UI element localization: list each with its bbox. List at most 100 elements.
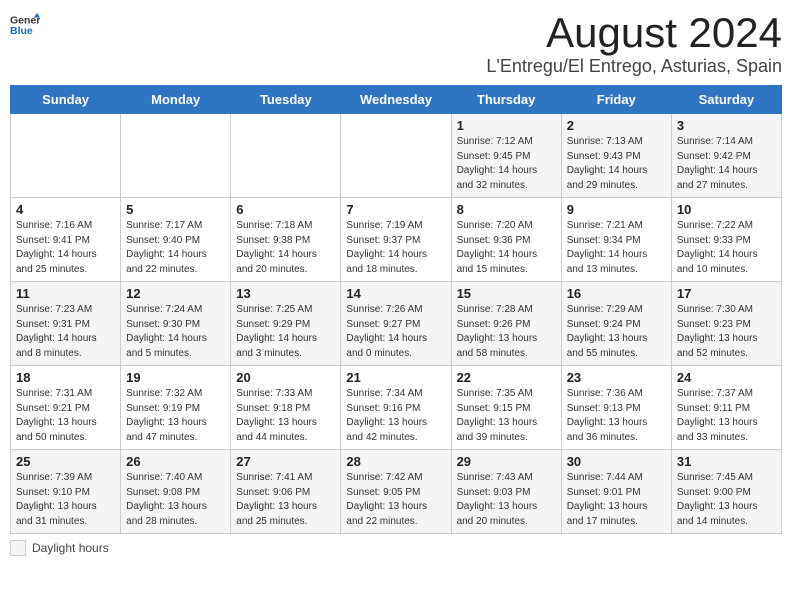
month-year-title: August 2024 — [486, 10, 782, 56]
calendar-cell: 26 Sunrise: 7:40 AM Sunset: 9:08 PM Dayli… — [121, 450, 231, 534]
day-info: Sunrise: 7:20 AM Sunset: 9:36 PM Dayligh… — [457, 219, 556, 277]
day-number: 19 — [126, 370, 225, 385]
legend-label: Daylight hours — [32, 541, 109, 555]
day-info: Sunrise: 7:31 AM Sunset: 9:21 PM Dayligh… — [16, 387, 115, 445]
logo-icon: General Blue — [10, 10, 40, 40]
calendar-cell: 14 Sunrise: 7:26 AM Sunset: 9:27 PM Dayli… — [341, 282, 451, 366]
day-number: 6 — [236, 202, 335, 217]
day-info: Sunrise: 7:17 AM Sunset: 9:40 PM Dayligh… — [126, 219, 225, 277]
calendar-cell: 10Sunrise: 7:22 AM Sunset: 9:33 PM Dayli… — [671, 198, 781, 282]
calendar-week-row: 25Sunrise: 7:39 AM Sunset: 9:10 PM Dayli… — [11, 450, 782, 534]
weekday-header-friday: Friday — [561, 86, 671, 114]
day-info: Sunrise: 7:43 AM Sunset: 9:03 PM Dayligh… — [457, 471, 556, 529]
calendar-week-row: 1 Sunrise: 7:12 AM Sunset: 9:45 PM Daylig… — [11, 114, 782, 198]
calendar-cell: 19 Sunrise: 7:32 AM Sunset: 9:19 PM Dayli… — [121, 366, 231, 450]
calendar-cell: 23 Sunrise: 7:36 AM Sunset: 9:13 PM Dayli… — [561, 366, 671, 450]
day-number: 26 — [126, 454, 225, 469]
day-info: Sunrise: 7:45 AM Sunset: 9:00 PM Dayligh… — [677, 471, 776, 529]
day-number: 18 — [16, 370, 115, 385]
calendar-cell: 12 Sunrise: 7:24 AM Sunset: 9:30 PM Dayli… — [121, 282, 231, 366]
day-number: 27 — [236, 454, 335, 469]
calendar-cell: 4 Sunrise: 7:16 AM Sunset: 9:41 PM Daylig… — [11, 198, 121, 282]
calendar-cell: 2Sunrise: 7:13 AM Sunset: 9:43 PM Daylig… — [561, 114, 671, 198]
logo: General Blue — [10, 10, 40, 40]
day-number: 11 — [16, 286, 115, 301]
calendar-cell: 13 Sunrise: 7:25 AM Sunset: 9:29 PM Dayli… — [231, 282, 341, 366]
calendar-cell — [11, 114, 121, 198]
day-info: Sunrise: 7:14 AM Sunset: 9:42 PM Dayligh… — [677, 135, 776, 193]
calendar-week-row: 11Sunrise: 7:23 AM Sunset: 9:31 PM Dayli… — [11, 282, 782, 366]
calendar-cell: 29 Sunrise: 7:43 AM Sunset: 9:03 PM Dayli… — [451, 450, 561, 534]
day-info: Sunrise: 7:32 AM Sunset: 9:19 PM Dayligh… — [126, 387, 225, 445]
day-number: 4 — [16, 202, 115, 217]
day-number: 28 — [346, 454, 445, 469]
calendar-cell: 9Sunrise: 7:21 AM Sunset: 9:34 PM Daylig… — [561, 198, 671, 282]
day-info: Sunrise: 7:24 AM Sunset: 9:30 PM Dayligh… — [126, 303, 225, 361]
day-info: Sunrise: 7:33 AM Sunset: 9:18 PM Dayligh… — [236, 387, 335, 445]
day-info: Sunrise: 7:22 AM Sunset: 9:33 PM Dayligh… — [677, 219, 776, 277]
calendar-cell: 28 Sunrise: 7:42 AM Sunset: 9:05 PM Dayli… — [341, 450, 451, 534]
day-info: Sunrise: 7:37 AM Sunset: 9:11 PM Dayligh… — [677, 387, 776, 445]
calendar-cell — [341, 114, 451, 198]
day-info: Sunrise: 7:36 AM Sunset: 9:13 PM Dayligh… — [567, 387, 666, 445]
day-info: Sunrise: 7:13 AM Sunset: 9:43 PM Dayligh… — [567, 135, 666, 193]
header: General Blue August 2024 L'Entregu/El En… — [10, 10, 782, 77]
day-number: 14 — [346, 286, 445, 301]
day-number: 29 — [457, 454, 556, 469]
day-number: 23 — [567, 370, 666, 385]
legend-box — [10, 540, 26, 556]
day-number: 15 — [457, 286, 556, 301]
day-info: Sunrise: 7:12 AM Sunset: 9:45 PM Dayligh… — [457, 135, 556, 193]
legend-area: Daylight hours — [10, 540, 782, 556]
calendar-cell: 5 Sunrise: 7:17 AM Sunset: 9:40 PM Daylig… — [121, 198, 231, 282]
calendar-cell: 7 Sunrise: 7:19 AM Sunset: 9:37 PM Daylig… — [341, 198, 451, 282]
calendar-cell: 22Sunrise: 7:35 AM Sunset: 9:15 PM Dayli… — [451, 366, 561, 450]
weekday-header-wednesday: Wednesday — [341, 86, 451, 114]
day-number: 7 — [346, 202, 445, 217]
day-number: 13 — [236, 286, 335, 301]
day-info: Sunrise: 7:41 AM Sunset: 9:06 PM Dayligh… — [236, 471, 335, 529]
calendar-week-row: 18 Sunrise: 7:31 AM Sunset: 9:21 PM Dayli… — [11, 366, 782, 450]
day-number: 24 — [677, 370, 776, 385]
day-info: Sunrise: 7:19 AM Sunset: 9:37 PM Dayligh… — [346, 219, 445, 277]
weekday-header-thursday: Thursday — [451, 86, 561, 114]
day-info: Sunrise: 7:39 AM Sunset: 9:10 PM Dayligh… — [16, 471, 115, 529]
day-info: Sunrise: 7:25 AM Sunset: 9:29 PM Dayligh… — [236, 303, 335, 361]
calendar-cell: 11Sunrise: 7:23 AM Sunset: 9:31 PM Dayli… — [11, 282, 121, 366]
day-info: Sunrise: 7:40 AM Sunset: 9:08 PM Dayligh… — [126, 471, 225, 529]
day-info: Sunrise: 7:26 AM Sunset: 9:27 PM Dayligh… — [346, 303, 445, 361]
weekday-header-row: SundayMondayTuesdayWednesdayThursdayFrid… — [11, 86, 782, 114]
day-info: Sunrise: 7:18 AM Sunset: 9:38 PM Dayligh… — [236, 219, 335, 277]
day-number: 20 — [236, 370, 335, 385]
day-number: 3 — [677, 118, 776, 133]
weekday-header-monday: Monday — [121, 86, 231, 114]
day-number: 31 — [677, 454, 776, 469]
day-info: Sunrise: 7:42 AM Sunset: 9:05 PM Dayligh… — [346, 471, 445, 529]
day-number: 12 — [126, 286, 225, 301]
calendar-cell: 25Sunrise: 7:39 AM Sunset: 9:10 PM Dayli… — [11, 450, 121, 534]
day-info: Sunrise: 7:35 AM Sunset: 9:15 PM Dayligh… — [457, 387, 556, 445]
calendar-week-row: 4 Sunrise: 7:16 AM Sunset: 9:41 PM Daylig… — [11, 198, 782, 282]
calendar-cell: 3 Sunrise: 7:14 AM Sunset: 9:42 PM Daylig… — [671, 114, 781, 198]
day-info: Sunrise: 7:29 AM Sunset: 9:24 PM Dayligh… — [567, 303, 666, 361]
svg-text:Blue: Blue — [10, 25, 33, 37]
calendar-cell: 8Sunrise: 7:20 AM Sunset: 9:36 PM Daylig… — [451, 198, 561, 282]
calendar-cell: 27 Sunrise: 7:41 AM Sunset: 9:06 PM Dayli… — [231, 450, 341, 534]
calendar-cell: 20 Sunrise: 7:33 AM Sunset: 9:18 PM Dayli… — [231, 366, 341, 450]
calendar-table: SundayMondayTuesdayWednesdayThursdayFrid… — [10, 85, 782, 534]
calendar-cell: 6 Sunrise: 7:18 AM Sunset: 9:38 PM Daylig… — [231, 198, 341, 282]
calendar-cell: 30Sunrise: 7:44 AM Sunset: 9:01 PM Dayli… — [561, 450, 671, 534]
calendar-cell: 18 Sunrise: 7:31 AM Sunset: 9:21 PM Dayli… — [11, 366, 121, 450]
calendar-cell: 16Sunrise: 7:29 AM Sunset: 9:24 PM Dayli… — [561, 282, 671, 366]
weekday-header-saturday: Saturday — [671, 86, 781, 114]
calendar-cell: 24 Sunrise: 7:37 AM Sunset: 9:11 PM Dayli… — [671, 366, 781, 450]
day-number: 30 — [567, 454, 666, 469]
day-info: Sunrise: 7:16 AM Sunset: 9:41 PM Dayligh… — [16, 219, 115, 277]
calendar-cell — [231, 114, 341, 198]
day-number: 21 — [346, 370, 445, 385]
weekday-header-sunday: Sunday — [11, 86, 121, 114]
day-info: Sunrise: 7:34 AM Sunset: 9:16 PM Dayligh… — [346, 387, 445, 445]
day-number: 1 — [457, 118, 556, 133]
calendar-cell: 1 Sunrise: 7:12 AM Sunset: 9:45 PM Daylig… — [451, 114, 561, 198]
day-number: 5 — [126, 202, 225, 217]
